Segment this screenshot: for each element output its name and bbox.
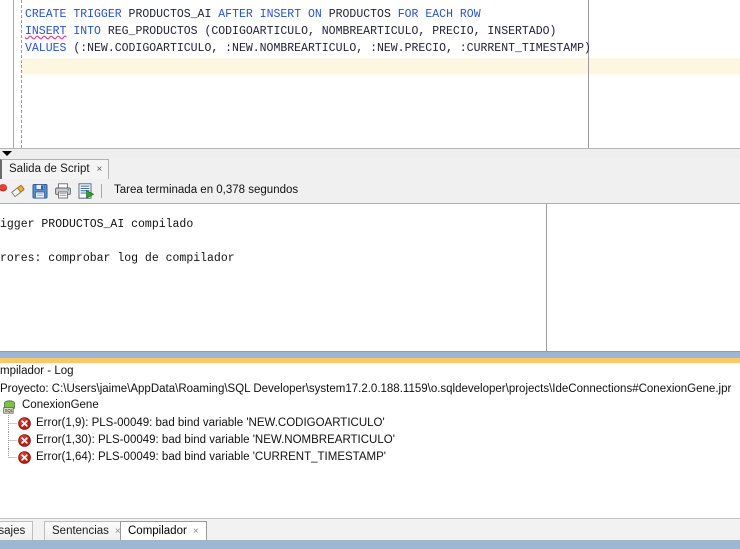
sql-identifier — [253, 8, 260, 21]
sql-keyword: INTO — [73, 25, 101, 38]
tree-branch-icon — [7, 432, 18, 449]
sql-keyword: ON — [308, 8, 322, 21]
bottom-tabbar: nsajes Sentencias×Compilador × — [0, 518, 740, 541]
editor-code-content[interactable]: CREATE TRIGGER PRODUCTOS_AI AFTER INSERT… — [25, 6, 591, 57]
sql-identifier: PRODUCTOS — [321, 8, 398, 21]
compiler-log-panel: mpilador - Log Proyecto: C:\Users\jaime\… — [0, 363, 740, 518]
print-icon[interactable] — [54, 182, 72, 200]
compiler-error-row[interactable]: Error(1,30): PLS-00049: bad bind variabl… — [0, 432, 740, 449]
bottom-tab-compilador[interactable]: Compilador × — [120, 521, 207, 541]
status-bar — [0, 540, 740, 549]
run-script-icon[interactable] — [77, 182, 95, 200]
tree-branch-icon — [7, 449, 18, 466]
error-icon — [18, 417, 31, 430]
tree-node-connection[interactable]: SQL ConexionGene — [0, 399, 740, 415]
save-icon[interactable] — [31, 182, 49, 200]
script-output-line — [0, 233, 235, 250]
compiler-error-row[interactable]: Error(1,9): PLS-00049: bad bind variable… — [0, 415, 740, 432]
sql-identifier — [301, 8, 308, 21]
code-line: VALUES (:NEW.CODIGOARTICULO, :NEW.NOMBRE… — [25, 40, 591, 57]
sql-code-editor[interactable]: CREATE TRIGGER PRODUCTOS_AI AFTER INSERT… — [0, 0, 740, 148]
script-output-tabbar: Salida de Script × — [0, 158, 740, 180]
tab-label: Salida de Script — [9, 163, 90, 175]
script-output-panel: Salida de Script × Tarea terminada en 0,… — [0, 158, 740, 352]
close-icon[interactable]: × — [97, 164, 103, 175]
script-output-column-divider — [546, 204, 547, 352]
compiler-error-row[interactable]: Error(1,64): PLS-00049: bad bind variabl… — [0, 449, 740, 466]
compiler-error-text: Error(1,64): PLS-00049: bad bind variabl… — [36, 451, 386, 463]
sql-identifier: (:NEW.CODIGOARTICULO, :NEW.NOMBREARTICUL… — [66, 42, 591, 55]
sql-keyword: ROW — [459, 8, 481, 21]
compiler-error-text: Error(1,9): PLS-00049: bad bind variable… — [36, 417, 385, 429]
editor-current-line-highlight — [22, 58, 740, 74]
svg-text:SQL: SQL — [5, 408, 14, 413]
error-icon — [18, 451, 31, 464]
connection-label: ConexionGene — [22, 399, 99, 411]
compiler-log-tree[interactable]: SQL ConexionGene Error(1,9): PLS-00049: … — [0, 399, 740, 466]
splitter-collapse-arrow-icon[interactable] — [2, 151, 12, 156]
sql-keyword: TRIGGER — [73, 8, 122, 21]
script-output-line: igger PRODUCTOS_AI compilado — [0, 218, 194, 231]
bottom-tab-nsajes[interactable]: nsajes — [0, 521, 34, 541]
bottom-tab-sentencias[interactable]: Sentencias × — [44, 521, 129, 541]
sql-keyword: VALUES — [25, 42, 67, 55]
sql-keyword: FOR — [397, 8, 419, 21]
sql-keyword: INSERT — [25, 25, 67, 38]
script-output-toolbar: Tarea terminada en 0,378 segundos — [0, 179, 740, 203]
tab-label: nsajes — [0, 525, 26, 537]
database-connection-icon: SQL — [3, 400, 18, 414]
code-line: INSERT INTO REG_PRODUCTOS (CODIGOARTICUL… — [25, 23, 591, 40]
error-icon — [18, 434, 31, 447]
editor-line-gutter — [0, 0, 14, 148]
tree-branch-icon — [7, 415, 18, 432]
sql-identifier: PRODUCTOS_AI — [121, 8, 219, 21]
sql-keyword: EACH — [425, 8, 453, 21]
compiler-error-text: Error(1,30): PLS-00049: bad bind variabl… — [36, 434, 395, 446]
script-output-line: rores: comprobar log de compilador — [0, 252, 235, 265]
tab-label: Compilador — [128, 525, 187, 537]
sql-keyword: INSERT — [259, 8, 302, 21]
sql-keyword: AFTER — [218, 8, 253, 21]
compiler-log-project-path: Proyecto: C:\Users\jaime\AppData\Roaming… — [0, 383, 732, 395]
script-output-text-area[interactable]: igger PRODUCTOS_AI compilado rores: comp… — [0, 203, 740, 352]
code-line: CREATE TRIGGER PRODUCTOS_AI AFTER INSERT… — [25, 6, 591, 23]
tab-label: Sentencias — [52, 525, 109, 537]
editor-code-fold-line — [21, 0, 22, 148]
script-output-lines: igger PRODUCTOS_AI compilado rores: comp… — [0, 216, 235, 267]
tab-salida-de-script[interactable]: Salida de Script × — [0, 159, 110, 179]
sql-identifier — [453, 8, 460, 21]
eraser-icon[interactable] — [9, 182, 27, 200]
compiler-error-list[interactable]: Error(1,9): PLS-00049: bad bind variable… — [0, 415, 740, 466]
compiler-log-title: mpilador - Log — [0, 365, 74, 377]
toolbar-separator — [101, 184, 102, 198]
close-icon[interactable]: × — [193, 526, 199, 537]
script-status-text: Tarea terminada en 0,378 segundos — [114, 184, 299, 196]
sql-identifier: REG_PRODUCTOS (CODIGOARTICULO, NOMBREART… — [100, 25, 557, 38]
sql-keyword: CREATE — [25, 8, 67, 21]
